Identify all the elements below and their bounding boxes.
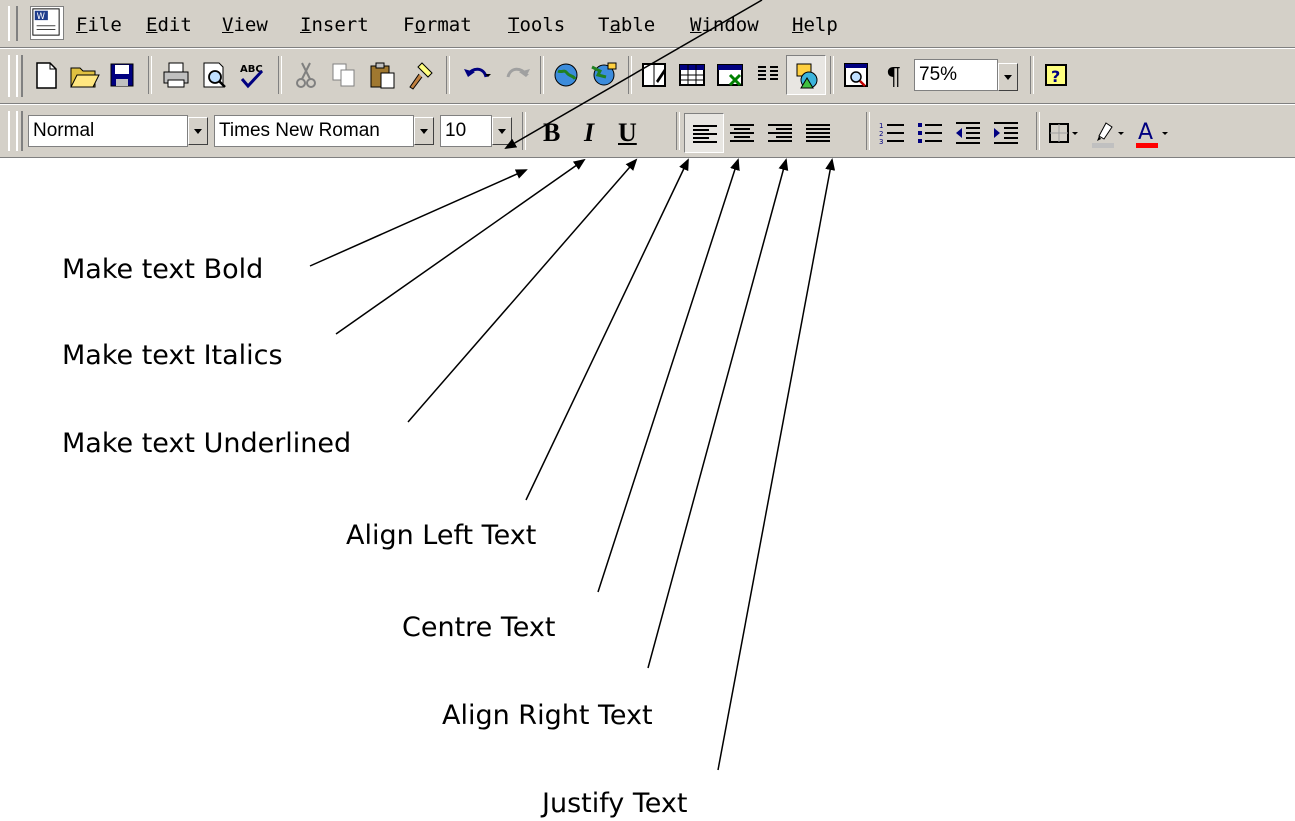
align-right-icon[interactable]	[760, 113, 800, 153]
standard-grip-2	[16, 55, 23, 97]
arrow-underlined	[407, 158, 638, 423]
zoom-value[interactable]: 75%	[914, 59, 998, 91]
underline-button[interactable]: U	[606, 113, 646, 153]
arrow-align-right	[647, 158, 789, 669]
annotation-centre: Centre Text	[402, 612, 556, 643]
menu-grip[interactable]	[8, 6, 18, 41]
italic-label: I	[584, 118, 595, 147]
redo-icon[interactable]	[496, 55, 536, 95]
spelling-icon[interactable]: ABC	[232, 55, 272, 95]
help-icon[interactable]: ?	[1036, 55, 1076, 95]
hyperlink-icon[interactable]	[546, 55, 586, 95]
svg-text:W: W	[37, 11, 46, 21]
justify-icon[interactable]	[798, 113, 838, 153]
arrow-bold	[309, 169, 528, 267]
menu-tools[interactable]: Tools	[508, 14, 565, 36]
decrease-indent-icon[interactable]	[948, 113, 988, 153]
annotation-underlined: Make text Underlined	[62, 428, 352, 459]
underline-label: U	[618, 118, 637, 147]
annotation-align-right: Align Right Text	[442, 700, 653, 731]
formatting-grip-2	[16, 111, 23, 151]
style-combo[interactable]: Normal	[28, 115, 188, 147]
font-combo[interactable]: Times New Roman	[214, 115, 414, 147]
arrow-align-left	[525, 158, 689, 501]
bold-label: B	[543, 118, 561, 147]
copy-icon[interactable]	[324, 55, 364, 95]
drawing-icon[interactable]	[786, 55, 826, 95]
annotation-bold: Make text Bold	[62, 254, 264, 285]
svg-text:2: 2	[879, 130, 883, 138]
bold-button[interactable]: B	[530, 113, 570, 153]
annotation-justify: Justify Text	[542, 788, 688, 819]
svg-text:¶: ¶	[886, 63, 901, 91]
insert-table-icon[interactable]	[672, 55, 712, 95]
menu-window[interactable]: Window	[690, 14, 759, 36]
menu-format[interactable]: Format	[403, 14, 472, 36]
svg-text:1: 1	[879, 122, 883, 130]
document-map-icon[interactable]	[836, 55, 876, 95]
menu-file[interactable]: File	[76, 14, 122, 36]
new-icon[interactable]	[26, 55, 66, 95]
annotation-italics: Make text Italics	[62, 340, 283, 371]
menu-help[interactable]: Help	[792, 14, 838, 36]
font-color-icon[interactable]: A	[1130, 113, 1170, 153]
cut-icon[interactable]	[286, 55, 326, 95]
font-size-combo[interactable]: 10	[440, 115, 492, 147]
tables-borders-icon[interactable]	[634, 55, 674, 95]
menu-view[interactable]: View	[222, 14, 268, 36]
center-icon[interactable]	[722, 113, 762, 153]
standard-toolbar: ABC ¶ 75% ?	[0, 48, 1295, 104]
arrow-centre	[597, 158, 740, 593]
insert-excel-icon[interactable]	[710, 55, 750, 95]
save-icon[interactable]	[102, 55, 142, 95]
format-painter-icon[interactable]	[400, 55, 440, 95]
web-toolbar-icon[interactable]	[584, 55, 624, 95]
open-icon[interactable]	[64, 55, 104, 95]
annotation-align-left: Align Left Text	[346, 520, 537, 551]
menu-edit[interactable]: Edit	[146, 14, 192, 36]
font-dropdown-button[interactable]	[414, 117, 434, 145]
bullets-icon[interactable]	[910, 113, 950, 153]
paste-icon[interactable]	[362, 55, 402, 95]
highlight-icon[interactable]	[1086, 113, 1126, 153]
formatting-toolbar: Normal Times New Roman 10 B I U 123 A	[0, 104, 1295, 158]
style-dropdown-button[interactable]	[188, 117, 208, 145]
borders-icon[interactable]	[1042, 113, 1082, 153]
app-icon[interactable]: W	[30, 6, 64, 40]
undo-icon[interactable]	[458, 55, 498, 95]
numbering-icon[interactable]: 123	[872, 113, 912, 153]
arrow-justify	[717, 158, 836, 771]
svg-text:?: ?	[1051, 67, 1060, 86]
align-left-icon[interactable]	[684, 113, 724, 153]
menu-table[interactable]: Table	[598, 14, 655, 36]
svg-text:A: A	[1138, 120, 1153, 145]
show-hide-icon[interactable]: ¶	[874, 55, 914, 95]
zoom-dropdown-button[interactable]	[998, 63, 1018, 91]
print-icon[interactable]	[156, 55, 196, 95]
columns-icon[interactable]	[748, 55, 788, 95]
print-preview-icon[interactable]	[194, 55, 234, 95]
increase-indent-icon[interactable]	[986, 113, 1026, 153]
italic-button[interactable]: I	[568, 113, 608, 153]
font-size-dropdown-button[interactable]	[492, 117, 512, 145]
svg-text:3: 3	[879, 138, 883, 146]
menu-insert[interactable]: Insert	[300, 14, 369, 36]
arrow-italics	[335, 158, 586, 335]
menu-bar: W File Edit View Insert Format Tools Tab…	[0, 0, 1295, 48]
